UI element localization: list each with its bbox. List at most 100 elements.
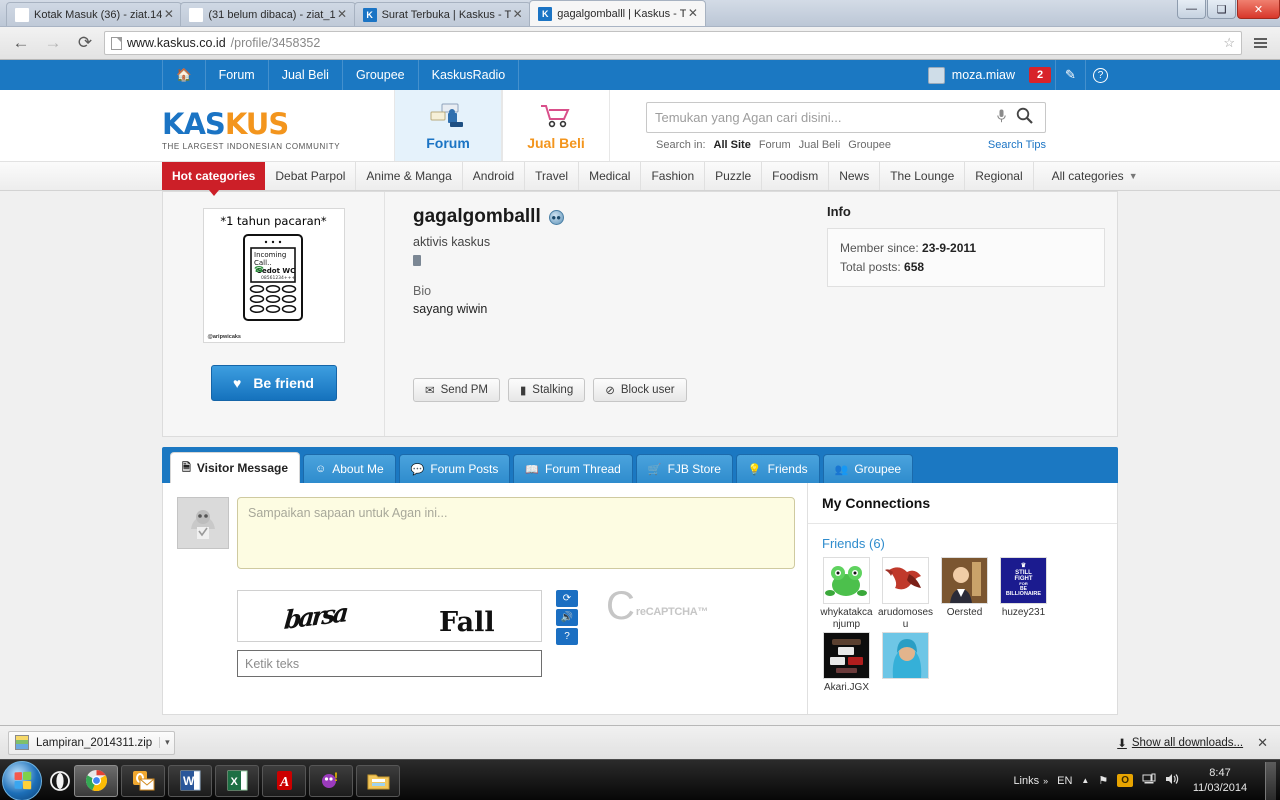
browser-menu-icon[interactable] <box>1248 31 1272 55</box>
taskbar-window-yahoo-messenger[interactable]: ! <box>309 764 353 797</box>
friend-item[interactable]: ♛ STILL FIGHT FOR BE BILLIONAIRE huzey23… <box>995 557 1052 630</box>
show-all-downloads-link[interactable]: ⬇ Show all downloads... <box>1117 736 1243 750</box>
browser-tab[interactable]: M Kotak Masuk (36) - ziat.14 ✕ <box>6 2 183 26</box>
category-debat-parpol[interactable]: Debat Parpol <box>265 162 357 190</box>
friend-name: whykatakcanjump <box>820 607 873 630</box>
opera-icon[interactable] <box>48 766 71 796</box>
tab-groupee[interactable]: 👥 Groupee <box>822 454 914 483</box>
my-connections-panel: My Connections Friends (6) whykatakcanju… <box>807 483 1117 714</box>
category-travel[interactable]: Travel <box>525 162 580 190</box>
taskbar-window-explorer[interactable] <box>356 764 400 797</box>
search-icon[interactable] <box>1011 107 1037 129</box>
hero-tab-jual-beli[interactable]: Jual Beli <box>502 90 610 161</box>
close-icon[interactable]: ✕ <box>336 8 349 21</box>
friend-item[interactable]: Akari.JGX <box>818 632 875 694</box>
captcha-refresh-icon[interactable]: ⟳ <box>556 590 578 607</box>
notification-badge[interactable]: 2 <box>1029 67 1051 83</box>
tray-app-icon[interactable]: O <box>1117 774 1133 787</box>
clock[interactable]: 8:47 11/03/2014 <box>1188 766 1252 796</box>
microphone-icon[interactable] <box>991 109 1011 126</box>
start-button[interactable] <box>2 760 42 800</box>
tray-expand-icon[interactable]: ▲ <box>1081 776 1089 785</box>
category-news[interactable]: News <box>829 162 881 190</box>
taskbar-window-acrobat[interactable]: A <box>262 764 306 797</box>
maximize-button[interactable]: ❑ <box>1207 0 1236 19</box>
portrait-avatar <box>941 557 988 604</box>
search-scope-jual-beli[interactable]: Jual Beli <box>799 139 841 151</box>
friend-item[interactable]: arudomosesu <box>877 557 934 630</box>
send-pm-button[interactable]: ✉ Send PM <box>413 378 500 402</box>
taskbar-window-chrome[interactable] <box>74 764 118 797</box>
tray-links[interactable]: Links » <box>1013 775 1048 787</box>
search-tips-link[interactable]: Search Tips <box>988 139 1046 151</box>
be-friend-button[interactable]: ♥ Be friend <box>210 365 337 401</box>
compose-icon[interactable]: ✎ <box>1055 60 1085 90</box>
taskbar-window-word[interactable]: W <box>168 764 212 797</box>
category-fashion[interactable]: Fashion <box>641 162 706 190</box>
category-android[interactable]: Android <box>463 162 526 190</box>
category-anime-manga[interactable]: Anime & Manga <box>356 162 463 190</box>
topbar-item-forum[interactable]: Forum <box>206 60 269 90</box>
browser-tab-active[interactable]: K gagalgomballl | Kaskus - T ✕ <box>529 0 707 26</box>
friend-item[interactable] <box>877 632 934 694</box>
bookmark-star-icon[interactable]: ☆ <box>1223 35 1235 51</box>
clock-date: 11/03/2014 <box>1192 781 1248 794</box>
category-medical[interactable]: Medical <box>579 162 642 190</box>
category-foodism[interactable]: Foodism <box>762 162 830 190</box>
reload-icon[interactable]: ⟳ <box>72 31 98 55</box>
user-menu[interactable]: moza.miaw <box>918 60 1025 90</box>
close-downloads-bar-icon[interactable]: ✕ <box>1257 735 1272 751</box>
tab-forum-thread[interactable]: 📖 Forum Thread <box>513 454 633 483</box>
stalking-button[interactable]: ▮ Stalking <box>507 378 586 402</box>
friend-item[interactable]: Oersted <box>936 557 993 630</box>
tray-flag-icon[interactable]: ⚑ <box>1098 774 1108 787</box>
topbar-item-jual-beli[interactable]: Jual Beli <box>269 60 343 90</box>
captcha-audio-icon[interactable]: 🔊 <box>556 609 578 626</box>
close-icon[interactable]: ✕ <box>162 8 175 21</box>
visitor-message-textarea[interactable] <box>237 497 795 569</box>
topbar-home-button[interactable]: 🏠 <box>162 60 206 90</box>
profile-avatar-image[interactable]: *1 tahun pacaran* Incoming Call.. Sedot … <box>202 208 345 343</box>
tab-fjb-store[interactable]: 🛒 FJB Store <box>635 454 733 483</box>
topbar-item-groupee[interactable]: Groupee <box>343 60 419 90</box>
address-bar[interactable]: www.kaskus.co.id/profile/3458352 ☆ <box>104 31 1242 55</box>
back-icon[interactable]: ← <box>8 31 34 55</box>
taskbar-window-excel[interactable]: X <box>215 764 259 797</box>
forward-icon[interactable]: → <box>40 31 66 55</box>
show-desktop-button[interactable] <box>1265 761 1276 800</box>
browser-tab[interactable]: K Surat Terbuka | Kaskus - T ✕ <box>353 2 532 26</box>
site-logo[interactable]: KASKUS THE LARGEST INDONESIAN COMMUNITY <box>162 90 362 161</box>
tab-friends[interactable]: 💡 Friends <box>735 454 820 483</box>
captcha-help-icon[interactable]: ? <box>556 628 578 645</box>
category-puzzle[interactable]: Puzzle <box>705 162 763 190</box>
search-scope-groupee[interactable]: Groupee <box>848 139 891 151</box>
topbar-item-kaskusradio[interactable]: KaskusRadio <box>419 60 520 90</box>
hero-tab-forum[interactable]: Forum <box>394 90 502 161</box>
download-item[interactable]: Lampiran_2014311.zip ▾ <box>8 730 175 755</box>
browser-tab[interactable]: ✉ (31 belum dibaca) - ziat_1 ✕ <box>180 2 356 26</box>
tray-language-indicator[interactable]: EN <box>1057 775 1072 787</box>
tray-network-icon[interactable] <box>1142 773 1156 788</box>
tab-forum-posts[interactable]: 💬 Forum Posts <box>398 454 511 483</box>
close-icon[interactable]: ✕ <box>686 7 699 20</box>
search-box[interactable] <box>646 102 1046 133</box>
category-hot[interactable]: Hot categories <box>162 162 266 196</box>
chevron-down-icon[interactable]: ▾ <box>159 737 170 748</box>
taskbar-window-outlook[interactable] <box>121 764 165 797</box>
category-all-categories[interactable]: All categories ▼ <box>1042 162 1148 190</box>
tab-visitor-message[interactable]: 🗎 Visitor Message <box>170 452 301 483</box>
block-user-button[interactable]: ⊘ Block user <box>593 378 687 402</box>
search-scope-all-site[interactable]: All Site <box>714 139 751 151</box>
tray-volume-icon[interactable] <box>1165 773 1179 788</box>
help-icon[interactable]: ? <box>1085 60 1115 90</box>
close-window-button[interactable]: ✕ <box>1237 0 1280 19</box>
category-regional[interactable]: Regional <box>965 162 1034 190</box>
search-input[interactable] <box>655 110 991 125</box>
category-the-lounge[interactable]: The Lounge <box>880 162 966 190</box>
minimize-button[interactable]: — <box>1177 0 1206 19</box>
captcha-input[interactable] <box>237 650 542 677</box>
close-icon[interactable]: ✕ <box>511 8 524 21</box>
tab-about-me[interactable]: ☺ About Me <box>303 454 396 483</box>
friend-item[interactable]: whykatakcanjump <box>818 557 875 630</box>
search-scope-forum[interactable]: Forum <box>759 139 791 151</box>
